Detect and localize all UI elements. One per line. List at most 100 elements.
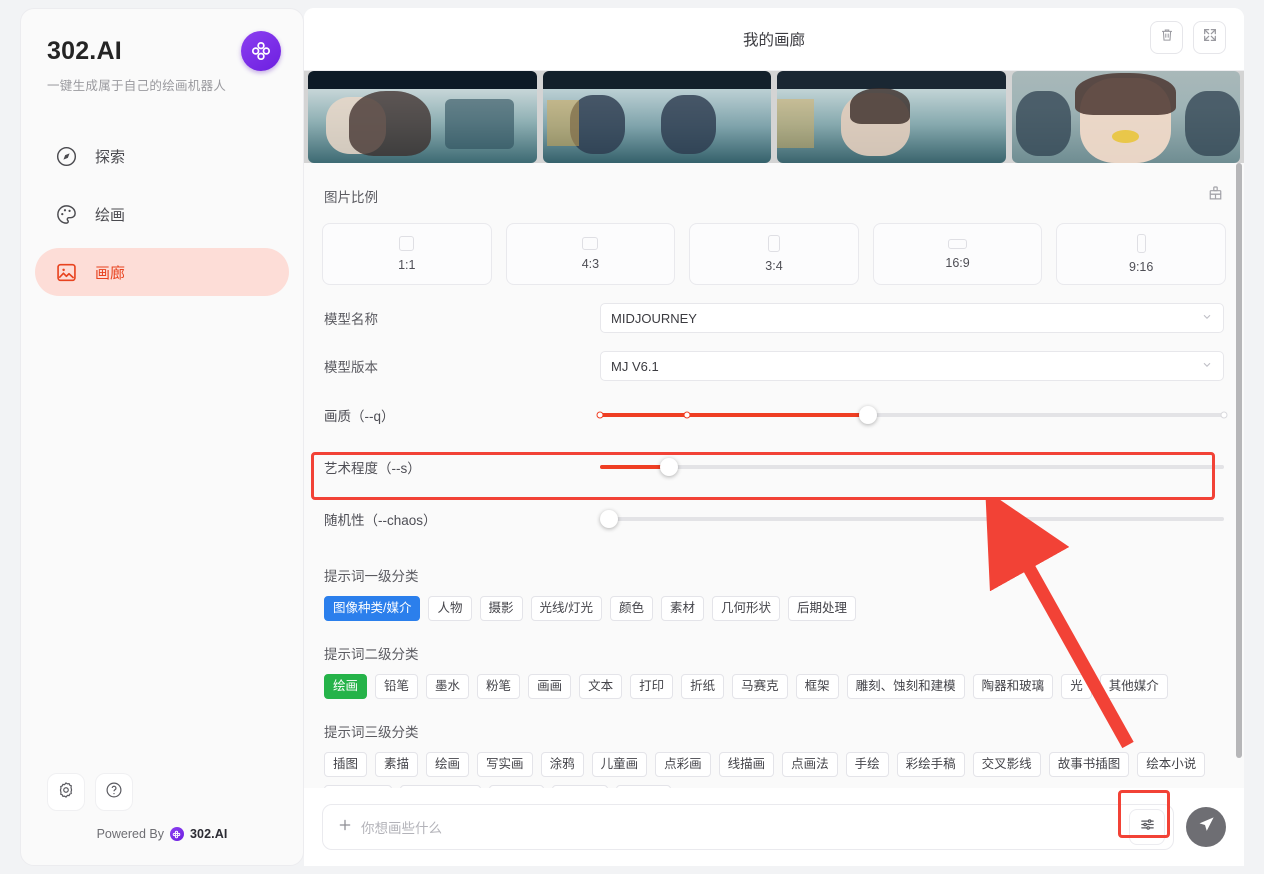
model-version-row: 模型版本 MJ V6.1 bbox=[320, 351, 1228, 381]
tag-item[interactable]: 铅笔 bbox=[375, 674, 419, 699]
model-version-value: MJ V6.1 bbox=[611, 358, 659, 374]
gallery-thumbnail[interactable] bbox=[1011, 71, 1240, 163]
ratio-option-16-9[interactable]: 16:9 bbox=[872, 223, 1043, 285]
tag-item[interactable]: 图像种类/媒介 bbox=[324, 596, 421, 621]
tag-item[interactable]: 文本 bbox=[579, 674, 623, 699]
tag-item[interactable]: 陶器和玻璃 bbox=[972, 674, 1054, 699]
ratio-option-label: 4:3 bbox=[581, 257, 600, 271]
tag-item[interactable]: 绘画 bbox=[426, 752, 470, 777]
tag-item[interactable]: 绘本小说 bbox=[1137, 752, 1206, 777]
sidebar-footer: Powered By 302.AI bbox=[21, 773, 303, 865]
slider-track bbox=[600, 517, 1224, 521]
stylize-slider-label: 艺术程度（--s） bbox=[324, 461, 421, 476]
prompt-options-button[interactable] bbox=[1129, 809, 1165, 845]
tag-item[interactable]: 光线/灯光 bbox=[530, 596, 602, 621]
quality-slider[interactable] bbox=[596, 405, 1228, 425]
settings-button[interactable] bbox=[47, 773, 85, 811]
tag-item[interactable]: 交叉影线 bbox=[972, 752, 1041, 777]
ratio-option-9-16[interactable]: 9:16 bbox=[1056, 223, 1226, 285]
stylize-slider[interactable] bbox=[600, 457, 1224, 477]
image-icon bbox=[53, 259, 79, 285]
sidebar-item-draw[interactable]: 绘画 bbox=[35, 190, 289, 238]
sidebar-item-explore[interactable]: 探索 bbox=[35, 132, 289, 180]
send-button[interactable] bbox=[1186, 807, 1226, 847]
plus-icon[interactable] bbox=[337, 817, 353, 838]
ratio-option-3-4[interactable]: 3:4 bbox=[689, 223, 859, 285]
ratio-option-label: 16:9 bbox=[945, 255, 970, 270]
model-version-select[interactable]: MJ V6.1 bbox=[600, 351, 1224, 381]
tag-item[interactable]: 儿童画 bbox=[591, 752, 648, 777]
tag-item[interactable]: 折纸 bbox=[681, 674, 725, 699]
ratio-option-label: 3:4 bbox=[765, 259, 783, 273]
tag-item[interactable]: 其他媒介 bbox=[1099, 674, 1168, 699]
gear-icon bbox=[57, 781, 75, 804]
model-name-select[interactable]: MIDJOURNEY bbox=[600, 303, 1224, 333]
slider-handle[interactable] bbox=[659, 458, 678, 476]
tag-item[interactable]: 光 bbox=[1061, 674, 1092, 699]
model-name-label: 模型名称 bbox=[324, 312, 378, 327]
tag-item[interactable]: 几何形状 bbox=[712, 596, 781, 621]
prompt-input[interactable]: 你想画些什么 bbox=[361, 817, 1129, 837]
sidebar-footer-buttons bbox=[47, 773, 277, 811]
tag-item[interactable]: 人物 bbox=[428, 596, 472, 621]
slider-handle[interactable] bbox=[600, 510, 619, 528]
tag-item[interactable]: 素描 bbox=[375, 752, 419, 777]
sidebar: 302.AI 一键生成属于自己的绘画机器人 探索 绘画 画廊 Powered B… bbox=[20, 8, 304, 866]
gallery-thumbnail[interactable] bbox=[308, 71, 537, 163]
tag-item[interactable]: 粉笔 bbox=[477, 674, 521, 699]
tag-item[interactable]: 后期处理 bbox=[788, 596, 857, 621]
brush-icon[interactable] bbox=[1207, 185, 1224, 207]
tag-item[interactable]: 线描画 bbox=[718, 752, 775, 777]
tag-item[interactable]: 插图 bbox=[324, 752, 368, 777]
tag-item[interactable]: 故事书插图 bbox=[1048, 752, 1130, 777]
palette-icon bbox=[53, 201, 79, 227]
tag-item[interactable]: 彩绘手稿 bbox=[896, 752, 965, 777]
slider-stop[interactable] bbox=[683, 411, 691, 419]
ratio-option-1-1[interactable]: 1:1 bbox=[322, 223, 492, 285]
fullscreen-button[interactable] bbox=[1193, 21, 1226, 54]
rect-tall-icon bbox=[1136, 234, 1146, 253]
gallery-thumbnail[interactable] bbox=[542, 71, 771, 163]
chaos-slider[interactable] bbox=[600, 509, 1224, 529]
ratio-option-label: 9:16 bbox=[1129, 260, 1154, 274]
rect-portrait-icon bbox=[767, 235, 780, 252]
tag-item[interactable]: 画画 bbox=[528, 674, 572, 699]
ratio-option-label: 1:1 bbox=[398, 258, 416, 272]
expand-icon bbox=[1202, 27, 1218, 48]
slider-stop[interactable] bbox=[596, 411, 604, 419]
prompt-input-shell[interactable]: 你想画些什么 bbox=[322, 804, 1174, 850]
tag-item[interactable]: 涂鸦 bbox=[540, 752, 584, 777]
slider-handle[interactable] bbox=[859, 406, 878, 424]
tag-item[interactable]: 手绘 bbox=[845, 752, 889, 777]
tag-item[interactable]: 雕刻、蚀刻和建模 bbox=[846, 674, 965, 699]
app-root: 302.AI 一键生成属于自己的绘画机器人 探索 绘画 画廊 Powered B… bbox=[0, 0, 1264, 874]
scrollbar-thumb[interactable] bbox=[1236, 163, 1242, 758]
tag-item[interactable]: 摄影 bbox=[479, 596, 523, 621]
tag-item[interactable]: 框架 bbox=[795, 674, 839, 699]
chevron-down-icon bbox=[1201, 359, 1213, 374]
tag-item[interactable]: 绘画 bbox=[324, 674, 368, 699]
tag-item[interactable]: 素材 bbox=[661, 596, 705, 621]
tag-item[interactable]: 打印 bbox=[630, 674, 674, 699]
slider-stop[interactable] bbox=[1220, 411, 1228, 419]
tag-item[interactable]: 写实画 bbox=[477, 752, 533, 777]
model-name-value: MIDJOURNEY bbox=[611, 310, 697, 326]
tag-item[interactable]: 颜色 bbox=[610, 596, 654, 621]
settings-scroll-area[interactable]: 图片比例 1:1 4:3 3:4 16:9 9:16 模型名称 MIDJOURN… bbox=[304, 163, 1244, 788]
help-button[interactable] bbox=[95, 773, 133, 811]
sliders-icon bbox=[1139, 816, 1156, 838]
tag-item[interactable]: 墨水 bbox=[426, 674, 470, 699]
gallery-thumbnail[interactable] bbox=[777, 71, 1006, 163]
tag-item[interactable]: 点画法 bbox=[782, 752, 838, 777]
tag-item[interactable]: 马赛克 bbox=[732, 674, 788, 699]
model-name-row: 模型名称 MIDJOURNEY bbox=[320, 303, 1228, 333]
gallery-strip[interactable] bbox=[304, 71, 1244, 163]
sidebar-nav: 探索 绘画 画廊 bbox=[21, 132, 303, 306]
delete-gallery-button[interactable] bbox=[1150, 21, 1183, 54]
ratio-option-4-3[interactable]: 4:3 bbox=[505, 223, 676, 285]
quality-slider-label: 画质（--q） bbox=[324, 409, 395, 424]
tag-list: 绘画 铅笔 墨水 粉笔 画画 文本 打印 折纸 马赛克 框架 雕刻、蚀刻和建模 … bbox=[324, 674, 1224, 699]
302-logo-small-icon bbox=[169, 827, 184, 841]
tag-item[interactable]: 点彩画 bbox=[655, 752, 711, 777]
sidebar-item-gallery[interactable]: 画廊 bbox=[35, 248, 289, 296]
